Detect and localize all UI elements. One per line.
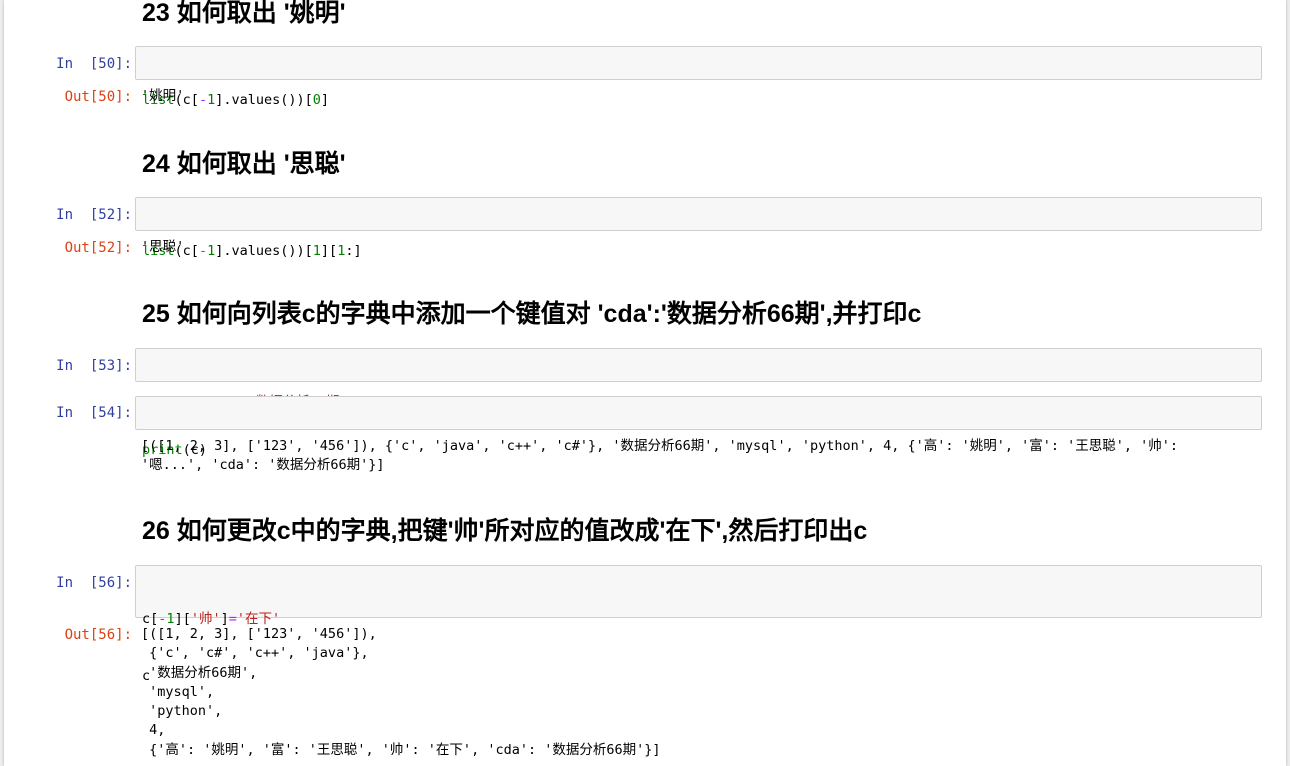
input-prompt-56: In [56]: — [56, 575, 132, 591]
section-heading-24: 24 如何取出 '思聪' — [142, 150, 346, 178]
cell-output-52: '思聪' — [141, 239, 185, 255]
cell-output-54: [([1, 2, 3], ['123', '456']), {'c', 'jav… — [141, 438, 1179, 474]
output-prompt-56: Out[56]: — [64, 627, 132, 643]
input-prompt-53: In [53]: — [56, 358, 132, 374]
cell-output-56: [([1, 2, 3], ['123', '456']), {'c', 'c#'… — [141, 626, 661, 758]
input-prompt-50: In [50]: — [56, 56, 132, 72]
cell-output-50: '姚明' — [141, 88, 185, 104]
code-cell-52[interactable]: list(c[-1].values())[1][1:] — [135, 197, 1262, 259]
code-cell-56[interactable]: c[-1]['帅']='在下' c — [135, 565, 1262, 684]
section-heading-25: 25 如何向列表c的字典中添加一个键值对 'cda':'数据分析66期',并打印… — [142, 300, 922, 328]
notebook-container: 23 如何取出 '姚明' In [50]: list(c[-1].values(… — [4, 0, 1286, 766]
code-cell-53[interactable]: c[-1]['cda']='数据分析66期' — [135, 348, 1262, 410]
input-prompt-52: In [52]: — [56, 207, 132, 223]
section-heading-23: 23 如何取出 '姚明' — [142, 0, 346, 27]
input-prompt-54: In [54]: — [56, 405, 132, 421]
output-prompt-50: Out[50]: — [64, 89, 132, 105]
code-cell-50[interactable]: list(c[-1].values())[0] — [135, 46, 1262, 108]
code-cell-54[interactable]: print(c) — [135, 396, 1262, 458]
section-heading-26: 26 如何更改c中的字典,把键'帅'所对应的值改成'在下',然后打印出c — [142, 517, 868, 545]
output-prompt-52: Out[52]: — [64, 240, 132, 256]
